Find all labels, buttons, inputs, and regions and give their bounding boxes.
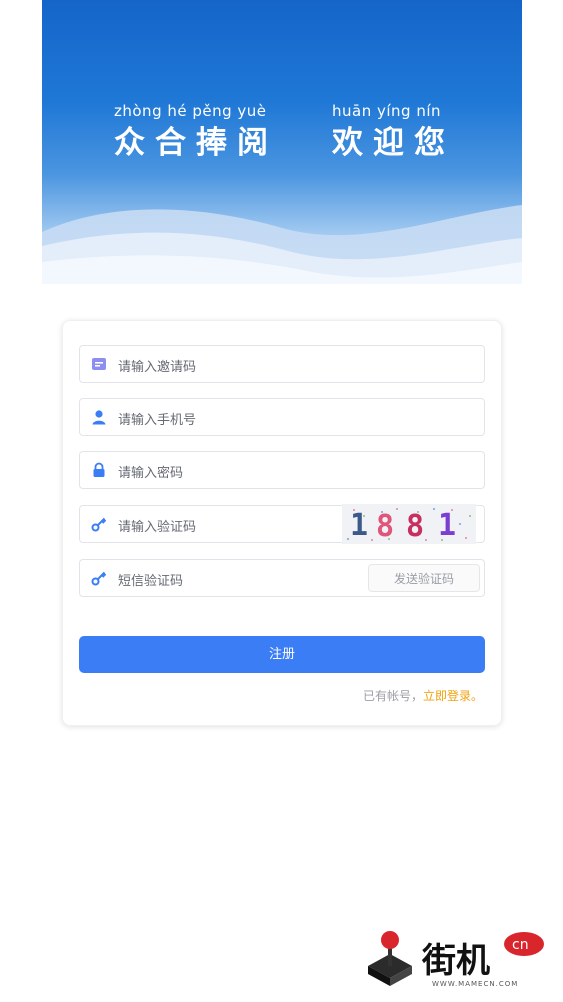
watermark-url: WWW.MAMECN.COM <box>432 980 518 988</box>
phone-placeholder: 请输入手机号 <box>118 413 197 428</box>
password-field[interactable]: 请输入密码 <box>79 451 485 489</box>
invite-code-placeholder: 请输入邀请码 <box>118 360 197 375</box>
captcha-digit-4: 1 <box>438 508 456 543</box>
key-icon <box>91 571 107 586</box>
watermark-badge: cn <box>512 937 529 953</box>
title-chars-1: 众合捧阅 <box>114 125 278 161</box>
has-account-text: 已有帐号， <box>362 689 423 703</box>
captcha-placeholder: 请输入验证码 <box>118 520 197 535</box>
sms-code-field[interactable]: 短信验证码 发送验证码 <box>79 559 485 597</box>
login-prompt: 已有帐号，立即登录。 <box>363 687 483 704</box>
invite-card-icon <box>92 358 106 370</box>
register-button[interactable]: 注册 <box>79 636 485 673</box>
lock-icon <box>93 462 105 477</box>
header-banner: zhòng hé pěng yuè 众合捧阅 huān yíng nín 欢迎您 <box>42 0 522 290</box>
captcha-digit-3: 8 <box>406 509 424 544</box>
captcha-field[interactable]: 请输入验证码 1 8 8 1 <box>79 504 485 544</box>
phone-field[interactable]: 请输入手机号 <box>79 398 485 436</box>
register-card: 请输入邀请码 请输入手机号 请输入密码 请输入验证码 1 8 8 1 短信验证码… <box>62 320 502 726</box>
captcha-digit-1: 1 <box>350 508 368 543</box>
watermark-brand: 街机 <box>421 941 490 981</box>
title-group-2: huān yíng nín 欢迎您 <box>332 102 462 162</box>
invite-code-field[interactable]: 请输入邀请码 <box>79 345 485 383</box>
captcha-digit-2: 8 <box>376 509 394 544</box>
user-icon <box>92 410 106 425</box>
password-placeholder: 请输入密码 <box>118 466 184 481</box>
key-icon <box>91 517 107 532</box>
title-group-1: zhòng hé pěng yuè 众合捧阅 <box>114 102 294 162</box>
title-chars-2: 欢迎您 <box>332 125 455 161</box>
captcha-image[interactable]: 1 8 8 1 <box>342 504 476 544</box>
sms-code-placeholder: 短信验证码 <box>118 574 184 589</box>
watermark-logo: 街机 cn WWW.MAMECN.COM <box>368 931 544 988</box>
login-link[interactable]: 立即登录。 <box>423 689 483 703</box>
send-sms-code-button[interactable]: 发送验证码 <box>368 564 480 592</box>
